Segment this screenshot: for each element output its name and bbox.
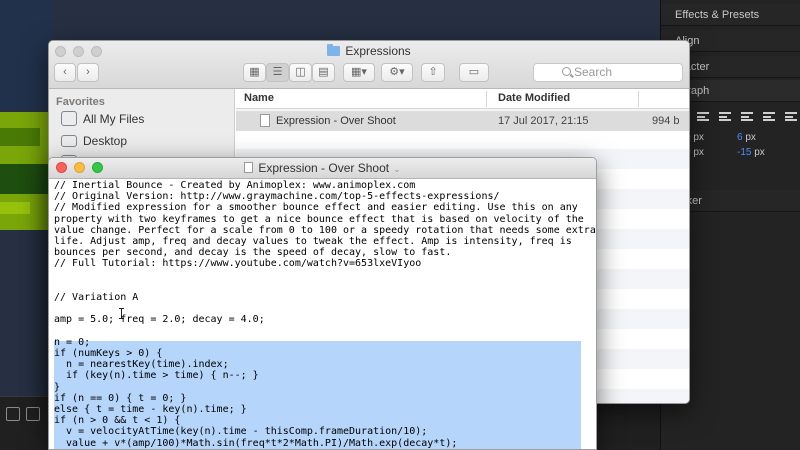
back-button[interactable]: ‹ bbox=[54, 63, 76, 82]
space-before-field[interactable]: 6 px bbox=[737, 132, 756, 143]
file-size: 994 b bbox=[652, 115, 680, 127]
code-line: value + v*(amp/100)*Math.sin(freq*t*2*Ma… bbox=[54, 437, 458, 449]
sidebar-item-label: Desktop bbox=[83, 134, 128, 148]
column-view-icon[interactable]: ◫ bbox=[289, 63, 312, 82]
unit: px bbox=[742, 132, 756, 143]
icon-view-icon[interactable]: ▦ bbox=[243, 63, 266, 82]
sidebar-heading: Favorites bbox=[56, 96, 105, 108]
code-line: if (key(n).time > time) { n--; } bbox=[54, 370, 259, 382]
finder-titlebar[interactable]: Expressions ‹ › ▦ ☰ ◫ ▤ ▦▾ ⚙▾ ⇧ ▭ Search bbox=[49, 41, 689, 89]
unit: px bbox=[690, 147, 704, 158]
code-line: // Original Version: http://www.graymach… bbox=[54, 191, 500, 203]
search-icon bbox=[562, 67, 571, 76]
code-line: if (n == 0) { t = 0; } bbox=[54, 392, 187, 404]
search-input[interactable]: Search bbox=[533, 63, 683, 82]
share-icon[interactable]: ⇧ bbox=[421, 63, 445, 82]
effects-presets-panel[interactable]: Effects & Presets bbox=[661, 4, 800, 26]
table-row[interactable]: Expression - Over Shoot 17 Jul 2017, 21:… bbox=[236, 111, 689, 131]
folder-icon bbox=[327, 44, 341, 56]
code-line: value change. Perfect for a scale from 0… bbox=[54, 224, 596, 236]
sidebar-item-label: All My Files bbox=[83, 112, 145, 126]
chevron-down-icon[interactable]: ⌄ bbox=[393, 164, 401, 174]
ae-tool-icon[interactable] bbox=[26, 407, 40, 421]
window-title: Expression - Over Shoot ⌄ bbox=[49, 161, 596, 175]
code-line: v = velocityAtTime(key(n).time - thisCom… bbox=[54, 426, 428, 438]
code-line: // Inertial Bounce - Created by Animople… bbox=[54, 180, 416, 191]
file-name: Expression - Over Shoot bbox=[276, 115, 396, 127]
code-line: // Modified expression for a smoother bo… bbox=[54, 202, 578, 214]
value: -15 bbox=[737, 147, 752, 158]
tag-icon[interactable]: ▭ bbox=[459, 63, 489, 82]
justify-last-center-icon[interactable] bbox=[763, 112, 775, 121]
code-line: life. Adjust amp, freq and decay values … bbox=[54, 236, 572, 247]
unit: px bbox=[690, 132, 704, 143]
code-line: n = nearestKey(time).index; bbox=[54, 359, 229, 371]
desktop-icon bbox=[61, 135, 77, 147]
forward-button[interactable]: › bbox=[77, 63, 99, 82]
ae-tool-icon[interactable] bbox=[6, 407, 20, 421]
textedit-window: Expression - Over Shoot ⌄ // Inertial Bou… bbox=[48, 157, 597, 450]
all-files-icon bbox=[61, 111, 77, 126]
list-header: Name Date Modified bbox=[236, 89, 689, 109]
code-line: } bbox=[54, 381, 61, 393]
first-line-indent-field[interactable]: -15 px bbox=[737, 147, 765, 158]
code-line: property with two keyframes to get a nic… bbox=[54, 213, 584, 225]
document-icon bbox=[244, 162, 254, 173]
justify-last-left-icon[interactable] bbox=[741, 112, 753, 121]
window-title: Expressions bbox=[49, 44, 689, 58]
arrange-icon[interactable]: ▦▾ bbox=[343, 63, 375, 82]
code-line: else { t = time - key(n).time; } bbox=[54, 404, 247, 415]
column-name[interactable]: Name bbox=[244, 92, 274, 104]
code-text-area[interactable]: // Inertial Bounce - Created by Animople… bbox=[49, 179, 596, 449]
code-line: // Full Tutorial: https://www.youtube.co… bbox=[54, 258, 422, 270]
code-line: if (n > 0 && t < 1) { bbox=[54, 415, 181, 427]
code-line: bounces per second, and decay is the spe… bbox=[54, 247, 452, 259]
align-right-icon[interactable] bbox=[719, 112, 731, 121]
file-date: 17 Jul 2017, 21:15 bbox=[498, 115, 589, 127]
list-view-icon[interactable]: ☰ bbox=[266, 63, 289, 82]
unit: px bbox=[751, 147, 765, 158]
justify-all-icon[interactable] bbox=[785, 112, 797, 121]
document-icon bbox=[260, 114, 270, 127]
code-line: amp = 5.0; freq = 2.0; decay = 4.0; bbox=[54, 314, 265, 326]
editor-titlebar[interactable]: Expression - Over Shoot ⌄ bbox=[49, 158, 596, 179]
align-center-icon[interactable] bbox=[697, 112, 709, 121]
code-line: // Variation A bbox=[54, 292, 139, 303]
ae-comp-shape bbox=[0, 0, 52, 110]
desktop: Effects & Presets Align aracter agraph 0… bbox=[0, 0, 800, 450]
gear-icon[interactable]: ⚙▾ bbox=[381, 63, 413, 82]
code-line: if (numKeys > 0) { bbox=[54, 348, 163, 359]
cover-flow-icon[interactable]: ▤ bbox=[312, 63, 335, 82]
column-date-modified[interactable]: Date Modified bbox=[498, 92, 570, 104]
code-line: n = 0; bbox=[54, 336, 91, 348]
panel-label: Effects & Presets bbox=[675, 9, 760, 21]
